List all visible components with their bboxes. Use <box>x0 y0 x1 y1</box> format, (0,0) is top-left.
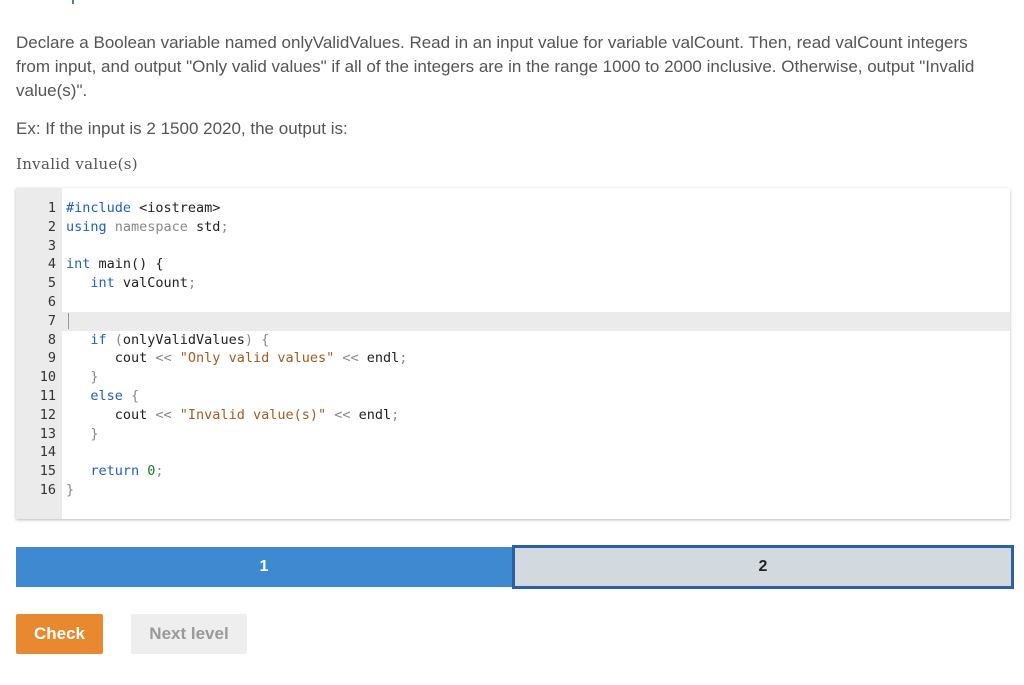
code-token: () { <box>131 256 164 273</box>
code-line[interactable]: 11 else { <box>16 387 1010 406</box>
code-token: ; <box>220 218 229 235</box>
code-line[interactable]: 3 <box>16 237 1010 256</box>
code-line[interactable]: 6 <box>16 293 1010 312</box>
line-number: 11 <box>39 387 56 404</box>
code-token: <iostream> <box>131 200 221 216</box>
code-token: ( <box>106 331 123 348</box>
code-line[interactable]: 8 if (onlyValidValues) { <box>16 331 1010 350</box>
code-token: int <box>66 256 91 273</box>
code-token: ; <box>155 463 164 480</box>
code-token: valCount <box>114 275 188 292</box>
sample-output: Invalid value(s) <box>16 155 138 173</box>
code-token: 0 <box>139 463 156 480</box>
code-token: else <box>66 387 123 404</box>
line-number: 14 <box>39 444 56 461</box>
next-level-button[interactable]: Next level <box>131 614 247 654</box>
code-token: "Invalid value(s)" <box>171 406 327 423</box>
line-number: 12 <box>39 406 56 423</box>
line-number: 9 <box>47 350 56 367</box>
text-cursor <box>68 312 69 329</box>
code-token: endl <box>350 406 392 423</box>
line-number: 4 <box>47 256 56 273</box>
line-number: 5 <box>47 275 56 292</box>
code-token: onlyValidValues <box>122 331 245 348</box>
level-2-tab[interactable]: 2 <box>512 545 1014 589</box>
line-number: 6 <box>47 293 56 310</box>
line-number: 15 <box>39 463 56 480</box>
example-text: Ex: If the input is 2 1500 2020, the out… <box>16 119 348 138</box>
code-token: ; <box>399 350 408 367</box>
code-line[interactable]: 1 #include <iostream> <box>16 199 1010 218</box>
code-token: return <box>66 463 140 480</box>
top-accent-mark <box>72 0 74 4</box>
code-token: << <box>334 350 359 367</box>
level-1-tab[interactable]: 1 <box>16 547 512 587</box>
code-token: ) { <box>244 331 270 348</box>
code-token: main <box>90 256 132 273</box>
line-number: 13 <box>39 425 56 442</box>
code-token: cout <box>66 350 148 367</box>
line-number: 7 <box>47 312 56 329</box>
check-button[interactable]: Check <box>16 614 103 654</box>
code-line[interactable]: 10 } <box>16 368 1010 387</box>
code-token: endl <box>358 350 400 367</box>
code-line[interactable]: 14 <box>16 443 1010 462</box>
code-token: using <box>66 218 107 235</box>
problem-statement: Declare a Boolean variable named onlyVal… <box>16 33 975 100</box>
line-number: 10 <box>39 369 56 386</box>
code-token: "Only valid values" <box>171 350 335 367</box>
code-token: namespace <box>106 218 188 235</box>
code-line[interactable]: 16} <box>16 481 1010 500</box>
code-line[interactable]: 4 int main() { <box>16 255 1010 274</box>
code-token: << <box>147 406 172 423</box>
code-line[interactable]: 12 cout << "Invalid value(s)" << endl; <box>16 406 1010 425</box>
code-token: ; <box>391 406 400 423</box>
code-token: } <box>66 425 99 442</box>
code-token: << <box>326 406 351 423</box>
code-token: cout <box>66 406 148 423</box>
code-token: if <box>66 331 107 348</box>
code-token: std <box>187 218 221 235</box>
code-line[interactable]: 9 cout << "Only valid values" << endl; <box>16 349 1010 368</box>
code-line[interactable]: 15 return 0; <box>16 462 1010 481</box>
line-number: 16 <box>39 481 56 498</box>
line-number: 3 <box>47 237 56 254</box>
code-token: #include <box>66 200 132 216</box>
code-editor[interactable]: 1 #include <iostream> 2 using namespace st… <box>16 188 1010 519</box>
code-line[interactable]: 13 } <box>16 425 1010 444</box>
code-token: } <box>66 369 99 386</box>
code-token: { <box>122 387 140 404</box>
line-number: 1 <box>47 200 56 216</box>
code-token: int <box>66 275 115 292</box>
line-number: 2 <box>47 218 56 235</box>
code-token: << <box>147 350 172 367</box>
code-token: } <box>66 481 75 498</box>
code-token: ; <box>187 275 197 292</box>
code-line-active[interactable]: 7 <box>16 311 1010 331</box>
line-number: 8 <box>47 331 56 348</box>
code-line[interactable]: 5 int valCount; <box>16 274 1010 293</box>
code-line[interactable]: 2 using namespace std; <box>16 218 1010 237</box>
